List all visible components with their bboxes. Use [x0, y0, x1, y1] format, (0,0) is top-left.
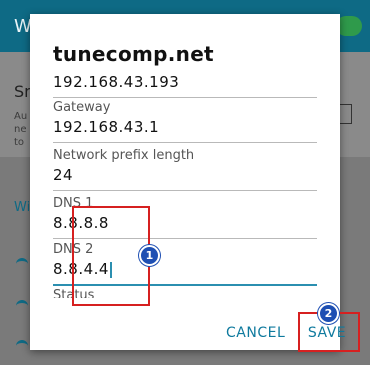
wifi-signal-icon — [16, 258, 28, 271]
step-2-badge: 2 — [318, 303, 339, 324]
ip-address-value: 192.168.43.193 — [53, 73, 180, 91]
prefix-length-value: 24 — [53, 166, 74, 184]
gateway-label: Gateway — [53, 100, 111, 115]
step-1-badge: 1 — [139, 245, 160, 266]
ip-underline — [53, 97, 317, 98]
prefix-length-field[interactable]: Network prefix length 24 — [53, 148, 317, 191]
cancel-button[interactable]: CANCEL — [226, 325, 285, 341]
background-section-label: Wi — [14, 200, 31, 215]
ip-address-field[interactable]: 192.168.43.193 — [53, 70, 317, 98]
wifi-signal-icon — [16, 300, 28, 313]
dialog-title: tunecomp.net — [53, 42, 214, 66]
background-row-subtitle: Au ne to — [14, 111, 28, 148]
gateway-field[interactable]: Gateway 192.168.43.1 — [53, 100, 317, 143]
prefix-length-label: Network prefix length — [53, 148, 195, 163]
network-config-dialog: tunecomp.net 192.168.43.193 Gateway 192.… — [30, 14, 360, 352]
prefix-underline — [53, 190, 317, 191]
wifi-signal-icon — [16, 340, 28, 353]
gateway-underline — [53, 142, 317, 143]
gateway-value: 192.168.43.1 — [53, 118, 160, 136]
